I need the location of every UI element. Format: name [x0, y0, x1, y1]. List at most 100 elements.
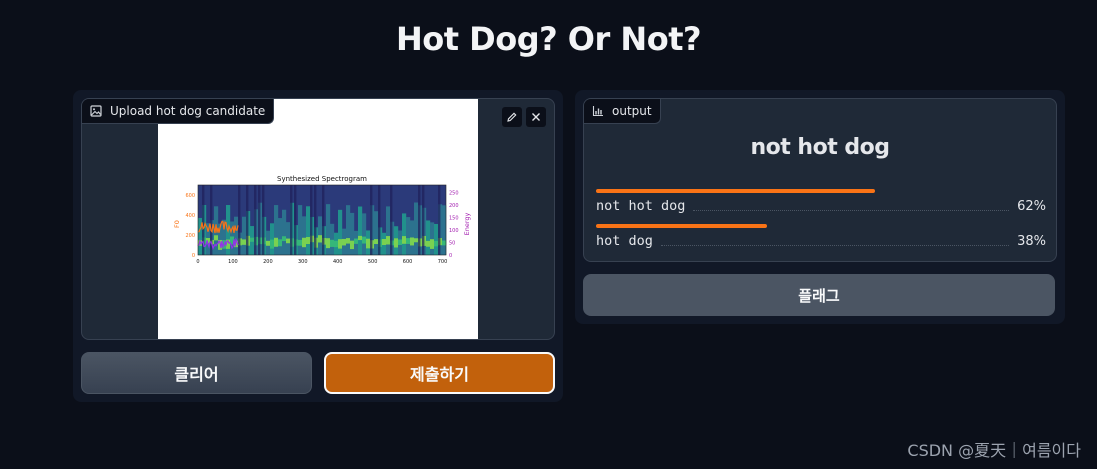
heatmap-column [270, 223, 275, 255]
uploaded-image: Synthesized Spectrogram 0 100 200 300 400 500… [158, 99, 478, 339]
x-tick-label: 600 [403, 259, 413, 265]
heatmap-gap [322, 185, 325, 255]
heatmap-column [374, 211, 379, 255]
x-tick-label: 0 [196, 259, 199, 265]
image-upload-area[interactable]: Upload hot dog candidate Synthesized Spe… [81, 98, 555, 340]
heatmap-band [274, 237, 279, 247]
heatmap-band [306, 237, 311, 245]
edit-icon [506, 108, 518, 127]
predicted-label: not hot dog [750, 135, 890, 160]
heatmap-band [382, 238, 387, 246]
f0-axis-label: F0 [173, 220, 181, 228]
output-label-text: output [612, 104, 652, 118]
image-toolbar [502, 107, 546, 127]
heatmap-gap [422, 185, 425, 255]
heatmap-column [274, 205, 279, 255]
heatmap-column [282, 209, 287, 255]
confidence-label: hot dog [596, 233, 653, 249]
heatmap-gap [314, 185, 317, 255]
heatmap-column [406, 217, 411, 255]
heatmap-band [410, 237, 415, 246]
app-title: Hot Dog? Or Not? [395, 20, 702, 58]
dotted-leader [693, 209, 1010, 211]
x-tick-label: 200 [263, 259, 273, 265]
heatmap-column [330, 223, 335, 255]
heatmap-column [402, 213, 407, 255]
output-panel: output not hot dog not hot dog 62% hot d… [575, 90, 1065, 324]
heatmap-column [434, 223, 439, 255]
heatmap-band [270, 239, 275, 249]
heatmap-band [398, 239, 403, 245]
f0-tick-label: 600 [185, 193, 195, 199]
label-output: output not hot dog not hot dog 62% hot d… [583, 98, 1057, 262]
flag-button[interactable]: 플래그 [583, 274, 1055, 316]
heatmap-column [426, 220, 431, 255]
heatmap-band [406, 238, 411, 244]
heatmap-gap [310, 185, 313, 255]
heatmap-band [442, 240, 447, 246]
heatmap-gap [246, 185, 249, 255]
heatmap-band [346, 238, 351, 244]
heatmap-gap [438, 185, 441, 255]
heatmap-band [394, 238, 399, 248]
heatmap-band [430, 239, 435, 249]
heatmap-band [298, 239, 303, 246]
heatmap-band [318, 235, 323, 243]
close-button[interactable] [526, 107, 546, 127]
heatmap-band [278, 239, 283, 247]
input-label: Upload hot dog candidate [82, 99, 275, 124]
input-label-text: Upload hot dog candidate [110, 104, 266, 118]
heatmap-column [430, 222, 435, 255]
f0-tick-label: 0 [192, 253, 195, 259]
submit-button[interactable]: 제출하기 [324, 352, 555, 394]
heatmap-column [306, 206, 311, 255]
heatmap-band [350, 240, 355, 250]
watermark: CSDN @夏天｜여름이다 [907, 441, 1081, 460]
page: Hot Dog? Or Not? Upload hot dog candidat… [0, 0, 1097, 469]
heatmap-band [250, 237, 255, 242]
bar-chart-icon [592, 105, 604, 117]
confidence-bar [596, 189, 875, 193]
close-icon [530, 108, 542, 127]
heatmap-band [434, 240, 439, 247]
x-tick-label: 700 [438, 259, 448, 265]
clear-button[interactable]: 클리어 [81, 352, 312, 394]
energy-tick-label: 0 [449, 253, 452, 259]
confidence-value: 62% [1017, 199, 1046, 214]
heatmap-band [414, 238, 419, 243]
heatmap-band [426, 240, 431, 247]
confidence-row[interactable]: not hot dog 62% [596, 189, 1046, 214]
spectrogram-title: Synthesized Spectrogram [277, 175, 367, 183]
heatmap-band [242, 239, 247, 245]
heatmap-band [366, 238, 371, 249]
x-tick-label: 500 [368, 259, 378, 265]
heatmap-gap [390, 185, 393, 255]
spectrogram-plot: 0 100 200 300 400 500 600 700020040060005010015… [185, 184, 459, 265]
heatmap-band [358, 235, 363, 241]
heatmap-gap [258, 185, 261, 255]
heatmap-band [374, 239, 379, 245]
heatmap-gap [370, 185, 373, 255]
confidence-label: not hot dog [596, 198, 686, 214]
heatmap-column [234, 216, 239, 255]
spectrogram-image: Synthesized Spectrogram 0 100 200 300 400 500… [173, 175, 471, 265]
confidence-row[interactable]: hot dog 38% [596, 224, 1046, 249]
x-tick-label: 100 [228, 259, 238, 265]
heatmap-column [358, 206, 363, 255]
heatmap-band [334, 240, 339, 248]
heatmap-column [242, 216, 247, 255]
heatmap-column [442, 205, 447, 255]
edit-button[interactable] [502, 107, 522, 127]
heatmap-column [346, 205, 351, 255]
heatmap-column [286, 222, 291, 255]
energy-axis-label: Energy [463, 212, 471, 235]
heatmap-column [298, 205, 303, 255]
heatmap-column [362, 213, 367, 255]
heatmap-band [286, 238, 291, 244]
heatmap-band [354, 238, 359, 244]
x-tick-label: 300 [298, 259, 308, 265]
energy-tick-label: 250 [449, 191, 459, 197]
image-icon [90, 105, 102, 117]
heatmap-gap [378, 185, 381, 255]
dotted-leader [660, 244, 1010, 246]
